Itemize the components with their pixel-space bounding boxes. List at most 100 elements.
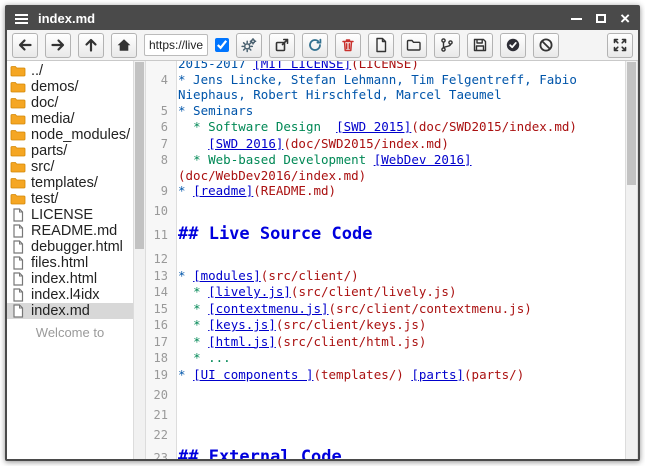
code-text: * [contextmenu.js](src/client/contextmen… (173, 301, 625, 317)
gears-settings-icon (241, 37, 257, 53)
file-list-item[interactable]: templates/ (7, 175, 133, 191)
markdown-link[interactable]: [UI components ] (193, 367, 313, 382)
fullscreen-button[interactable] (607, 33, 633, 58)
refresh-button[interactable] (302, 33, 328, 58)
save-button[interactable] (467, 33, 493, 58)
code-text: * [readme](README.md) (173, 183, 625, 199)
back-button[interactable] (12, 33, 38, 58)
url-input[interactable] (144, 34, 208, 56)
line-number: 14 (146, 285, 173, 301)
code-line[interactable]: 18 * ... (146, 350, 625, 367)
up-button[interactable] (78, 33, 104, 58)
file-list-item[interactable]: index.md (7, 303, 133, 319)
code-line[interactable]: 11## Live Source Code (146, 223, 625, 246)
code-text (173, 403, 625, 419)
file-list-item[interactable]: doc/ (7, 95, 133, 111)
accept-button[interactable] (500, 33, 526, 58)
markdown-link[interactable]: [readme] (193, 183, 253, 198)
editor-scrollbar-thumb[interactable] (627, 62, 636, 185)
open-external-button[interactable] (269, 33, 295, 58)
forward-button[interactable] (45, 33, 71, 58)
code-line[interactable]: 17 * [html.js](src/client/html.js) (146, 334, 625, 351)
minimize-button[interactable] (571, 18, 582, 20)
git-branch-button[interactable] (434, 33, 460, 58)
file-list-item[interactable]: index.html (7, 271, 133, 287)
folder-button[interactable] (401, 33, 427, 58)
file-list-item[interactable]: ../ (7, 63, 133, 79)
code-line[interactable]: 15 * [contextmenu.js](src/client/context… (146, 301, 625, 318)
maximize-button[interactable] (596, 14, 606, 23)
close-button[interactable]: × (620, 12, 630, 26)
sidebar-scrollbar[interactable] (133, 61, 146, 459)
code-line[interactable]: 7 [SWD 2016](doc/SWD2015/index.md) (146, 136, 625, 153)
markdown-link[interactable]: [parts] (411, 367, 464, 382)
editor-scrollbar[interactable] (625, 61, 638, 459)
markdown-link[interactable]: [WebDev 2016] (374, 152, 472, 167)
markdown-link[interactable]: [html.js] (208, 334, 276, 349)
code-line[interactable]: 9* [readme](README.md) (146, 183, 625, 200)
markdown-link[interactable]: [keys.js] (208, 317, 276, 332)
markdown-editor[interactable]: 2015-2017 [MIT LICENSE](LICENSE)4 * Jens … (146, 61, 625, 459)
file-name: media/ (31, 111, 75, 127)
code-line[interactable]: 22 (146, 423, 625, 443)
file-list-item[interactable]: debugger.html (7, 239, 133, 255)
code-line[interactable]: 20 (146, 383, 625, 403)
markdown-link[interactable]: [SWD 2015] (336, 119, 411, 134)
sidebar-scrollbar-thumb[interactable] (135, 62, 144, 249)
settings-button[interactable] (236, 33, 262, 58)
file-name: test/ (31, 191, 58, 207)
accept-check-circle-icon (505, 37, 521, 53)
file-name: node_modules/ (31, 127, 130, 143)
code-line[interactable]: 16 * [keys.js](src/client/keys.js) (146, 317, 625, 334)
file-list-item[interactable]: LICENSE (7, 207, 133, 223)
code-line[interactable]: 19* [UI components ](templates/) [parts]… (146, 367, 625, 384)
file-list-item[interactable]: demos/ (7, 79, 133, 95)
line-number: 9 (146, 184, 173, 200)
line-number: 12 (146, 252, 173, 268)
markdown-link[interactable]: [lively.js] (208, 284, 291, 299)
new-file-button[interactable] (368, 33, 394, 58)
code-line[interactable]: 10 (146, 200, 625, 220)
file-list-item[interactable]: index.l4idx (7, 287, 133, 303)
sidebar-footer-text: Welcome to (7, 319, 133, 340)
code-segment-url: (templates/) (313, 367, 403, 382)
code-text: * Web-based Development [WebDev 2016](do… (173, 152, 625, 183)
code-line[interactable]: 8 * Web-based Development [WebDev 2016](… (146, 152, 625, 183)
code-line[interactable]: 14 * [lively.js](src/client/lively.js) (146, 284, 625, 301)
file-list-item[interactable]: src/ (7, 159, 133, 175)
code-segment-list1: * Jens Lincke, Stefan Lehmann, Tim Felge… (178, 72, 584, 103)
line-number: 4 (146, 73, 173, 89)
code-text: * [lively.js](src/client/lively.js) (173, 284, 625, 300)
file-list-item[interactable]: README.md (7, 223, 133, 239)
code-line[interactable]: 23## External Code (146, 446, 625, 459)
file-list-item[interactable]: media/ (7, 111, 133, 127)
code-line[interactable]: 12 (146, 248, 625, 268)
code-line[interactable]: 2015-2017 [MIT LICENSE](LICENSE) (146, 61, 625, 72)
file-list-item[interactable]: parts/ (7, 143, 133, 159)
code-line[interactable]: 13* [modules](src/client/) (146, 268, 625, 285)
markdown-link[interactable]: [MIT LICENSE] (253, 61, 351, 71)
code-line[interactable]: 4 * Jens Lincke, Stefan Lehmann, Tim Felg… (146, 72, 625, 103)
window-title: index.md (38, 11, 95, 26)
up-arrow-icon (83, 37, 99, 53)
code-line[interactable]: 21 (146, 403, 625, 423)
file-list-item[interactable]: node_modules/ (7, 127, 133, 143)
file-name: src/ (31, 159, 54, 175)
titlebar: index.md × (7, 7, 638, 30)
save-icon (472, 37, 488, 53)
file-list-item[interactable]: test/ (7, 191, 133, 207)
markdown-link[interactable]: [contextmenu.js] (208, 301, 328, 316)
delete-button[interactable] (335, 33, 361, 58)
home-button[interactable] (111, 33, 137, 58)
url-checkbox[interactable] (215, 38, 229, 52)
menu-icon[interactable] (15, 14, 28, 24)
markdown-link[interactable]: [SWD 2016] (208, 136, 283, 151)
code-line[interactable]: 6 * Software Design [SWD 2015](doc/SWD20… (146, 119, 625, 136)
markdown-link[interactable]: [modules] (193, 268, 261, 283)
block-button[interactable] (533, 33, 559, 58)
line-number: 22 (146, 428, 173, 444)
code-text: ## Live Source Code (173, 223, 625, 246)
file-list-item[interactable]: files.html (7, 255, 133, 271)
code-text (173, 200, 625, 216)
code-line[interactable]: 5* Seminars (146, 103, 625, 120)
